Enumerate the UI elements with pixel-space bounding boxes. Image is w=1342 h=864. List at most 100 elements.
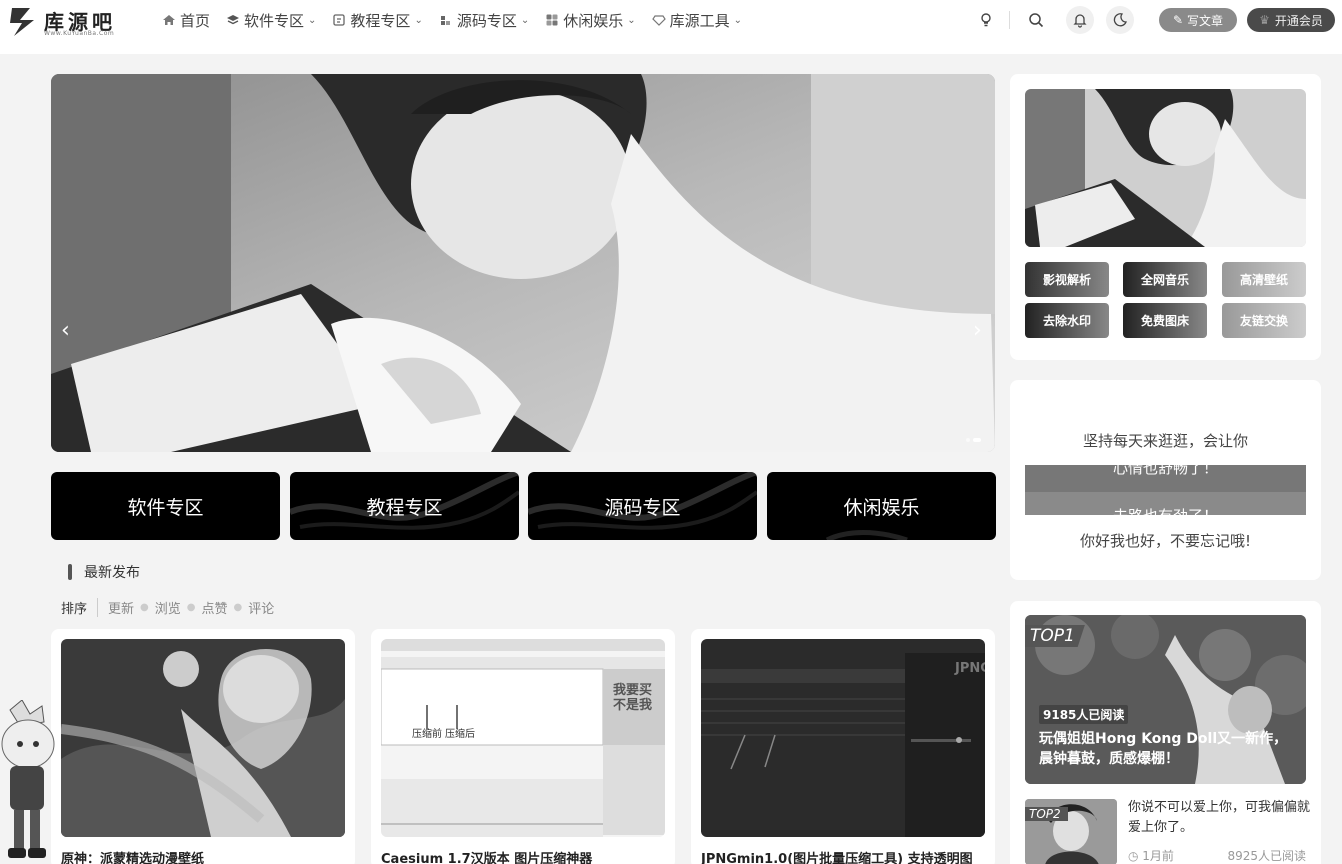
site-logo[interactable]: 库源吧 Www.KuYuanBa.Com <box>6 4 126 38</box>
layers-icon <box>227 15 240 25</box>
banner-photo <box>51 74 995 452</box>
category-tile-leisure[interactable]: 休闲娱乐 <box>767 472 996 540</box>
search-icon[interactable] <box>1022 6 1050 34</box>
dark-mode-icon[interactable] <box>1106 6 1134 34</box>
motto-scroll-text-2: 去路也有劲了！ <box>1025 505 1306 515</box>
pencil-icon: ✎ <box>1172 13 1184 27</box>
nav-leisure-label: 休闲娱乐 <box>563 11 624 30</box>
nav-tools[interactable]: 库源工具 ⌄ <box>651 10 742 31</box>
post-title[interactable]: JPNGmin1.0(图片批量压缩工具) 支持透明图 <box>701 848 973 864</box>
annotation-after: 压缩后 <box>445 729 475 740</box>
chevron-down-icon: ⌄ <box>414 14 423 26</box>
top1-tag: TOP1 <box>1025 625 1085 647</box>
category-label: 休闲娱乐 <box>843 496 920 519</box>
post-card[interactable]: 原神：派蒙精选动漫壁纸 <box>51 629 355 864</box>
app-brand-text: JPNG <box>955 661 985 676</box>
sort-separator: ● <box>140 602 149 613</box>
top2-time: ◷ 1月前 <box>1128 847 1174 864</box>
nav-source[interactable]: 源码专区 ⌄ <box>439 10 529 31</box>
code-icon <box>440 16 450 25</box>
sidebar-ranking-card: TOP1 9185人已阅读 玩偶姐姐Hong Kong Doll又一新作，晨钟暮… <box>1010 601 1321 864</box>
post-thumbnail[interactable] <box>61 639 345 837</box>
banner-pagination <box>966 438 981 442</box>
sidebar-feature-image[interactable] <box>1025 89 1306 247</box>
sort-option-updated[interactable]: 更新 <box>108 598 134 617</box>
motto-scroller: 心情也舒畅了！ 去路也有劲了！ <box>1025 465 1306 515</box>
annotation-before: 压缩前 <box>412 729 442 740</box>
ad-banner-text: 我要买不是我 <box>613 683 653 713</box>
banner-dot[interactable] <box>966 438 970 442</box>
quick-button-image-host[interactable]: 免费图床 <box>1123 303 1207 338</box>
latest-section-title: 最新发布 <box>68 562 140 582</box>
top1-read-count: 9185人已阅读 <box>1039 705 1129 724</box>
chevron-down-icon: ⌄ <box>308 14 317 26</box>
nav-leisure[interactable]: 休闲娱乐 ⌄ <box>545 10 636 31</box>
nav-software[interactable]: 软件专区 ⌄ <box>226 10 316 31</box>
motto-line-2: 你好我也好，不要忘记哦! <box>1079 532 1251 550</box>
motto-scroll-text-1: 心情也舒畅了！ <box>1112 465 1218 477</box>
book-icon <box>333 14 346 26</box>
nav-home-label: 首页 <box>180 11 211 30</box>
nav-source-label: 源码专区 <box>456 11 517 30</box>
top1-title[interactable]: 玩偶姐姐Hong Kong Doll又一新作，晨钟暮鼓，质感爆棚！ <box>1039 729 1299 769</box>
crown-icon: ♛ <box>1259 13 1270 27</box>
main-nav: 首页 软件专区 ⌄ 教程专区 ⌄ 源码专区 ⌄ 休闲娱乐 ⌄ 库源工具 ⌄ <box>162 0 758 40</box>
top2-time-text: 1月前 <box>1142 849 1174 863</box>
post-title[interactable]: Caesium 1.7汉版本 图片压缩神器 <box>381 848 592 864</box>
theme-tip-icon[interactable] <box>972 6 1000 34</box>
chevron-down-icon: ⌄ <box>627 14 636 26</box>
post-thumbnail[interactable]: JPNG <box>701 639 985 837</box>
mascot-widget[interactable] <box>0 700 62 864</box>
top2-meta: ◷ 1月前 8925人已阅读 <box>1128 847 1306 864</box>
quick-button-video-parse[interactable]: 影视解析 <box>1025 262 1109 297</box>
title-accent-bar <box>68 564 72 580</box>
top2-read-count: 8925人已阅读 <box>1227 849 1306 863</box>
banner-prev-icon[interactable]: ‹ <box>61 318 70 343</box>
site-header: 库源吧 Www.KuYuanBa.Com 首页 软件专区 ⌄ 教程专区 ⌄ 源码… <box>0 0 1342 54</box>
post-title[interactable]: 原神：派蒙精选动漫壁纸 <box>61 848 204 864</box>
sort-option-comments[interactable]: 评论 <box>248 598 274 617</box>
write-article-label: 写文章 <box>1187 13 1224 28</box>
category-label: 源码专区 <box>604 496 681 519</box>
bell-icon[interactable] <box>1066 6 1094 34</box>
home-icon <box>163 15 175 25</box>
top2-thumbnail[interactable]: TOP2 <box>1025 799 1117 864</box>
post-card[interactable]: 压缩前 压缩后 我要买不是我 Caesium 1.7汉版本 图片压缩神器 <box>371 629 675 864</box>
category-tile-software[interactable]: 软件专区 <box>51 472 280 540</box>
quick-button-watermark[interactable]: 去除水印 <box>1025 303 1109 338</box>
grid-icon <box>546 14 558 26</box>
nav-software-label: 软件专区 <box>244 11 305 30</box>
nav-tutorial-label: 教程专区 <box>350 11 411 30</box>
write-article-button[interactable]: ✎ 写文章 <box>1159 8 1237 32</box>
category-tile-tutorial[interactable]: 教程专区 <box>290 472 519 540</box>
latest-title-text: 最新发布 <box>84 565 140 581</box>
nav-tools-label: 库源工具 <box>669 11 730 30</box>
clock-icon: ◷ <box>1128 849 1143 863</box>
nav-home[interactable]: 首页 <box>162 10 210 31</box>
sidebar-quicklinks-card: 影视解析 全网音乐 高清壁纸 去除水印 免费图床 友链交换 <box>1010 74 1321 360</box>
quick-button-wallpaper[interactable]: 高清壁纸 <box>1222 262 1306 297</box>
banner-dot-active[interactable] <box>973 438 981 442</box>
header-divider <box>1009 11 1010 29</box>
category-label: 教程专区 <box>366 496 443 519</box>
hero-banner[interactable]: ‹ › <box>51 74 995 452</box>
quick-button-friend-links[interactable]: 友链交换 <box>1222 303 1306 338</box>
nav-tutorial[interactable]: 教程专区 ⌄ <box>332 10 423 31</box>
open-vip-button[interactable]: ♛ 开通会员 <box>1247 8 1335 32</box>
chevron-down-icon: ⌄ <box>520 14 530 26</box>
top2-title[interactable]: 你说不可以爱上你，可我偏偏就爱上你了。 <box>1128 798 1310 838</box>
logo-mark-icon <box>10 8 34 36</box>
category-label: 软件专区 <box>127 496 204 519</box>
open-vip-label: 开通会员 <box>1274 13 1323 28</box>
motto-line-1: 坚持每天来逛逛，会让你 <box>1082 432 1248 450</box>
sort-option-likes[interactable]: 点赞 <box>202 598 228 617</box>
category-tile-source[interactable]: 源码专区 <box>528 472 757 540</box>
sort-option-views[interactable]: 浏览 <box>155 598 181 617</box>
quick-button-music[interactable]: 全网音乐 <box>1123 262 1207 297</box>
sort-separator: ● <box>233 602 243 613</box>
top1-post[interactable]: TOP1 9185人已阅读 玩偶姐姐Hong Kong Doll又一新作，晨钟暮… <box>1025 615 1306 784</box>
post-card[interactable]: JPNG JPNGmin1.0(图片批量压缩工具) 支持透明图 <box>691 629 995 864</box>
diamond-icon <box>651 15 666 26</box>
banner-next-icon[interactable]: › <box>973 318 982 343</box>
post-thumbnail[interactable]: 压缩前 压缩后 我要买不是我 <box>381 639 665 837</box>
